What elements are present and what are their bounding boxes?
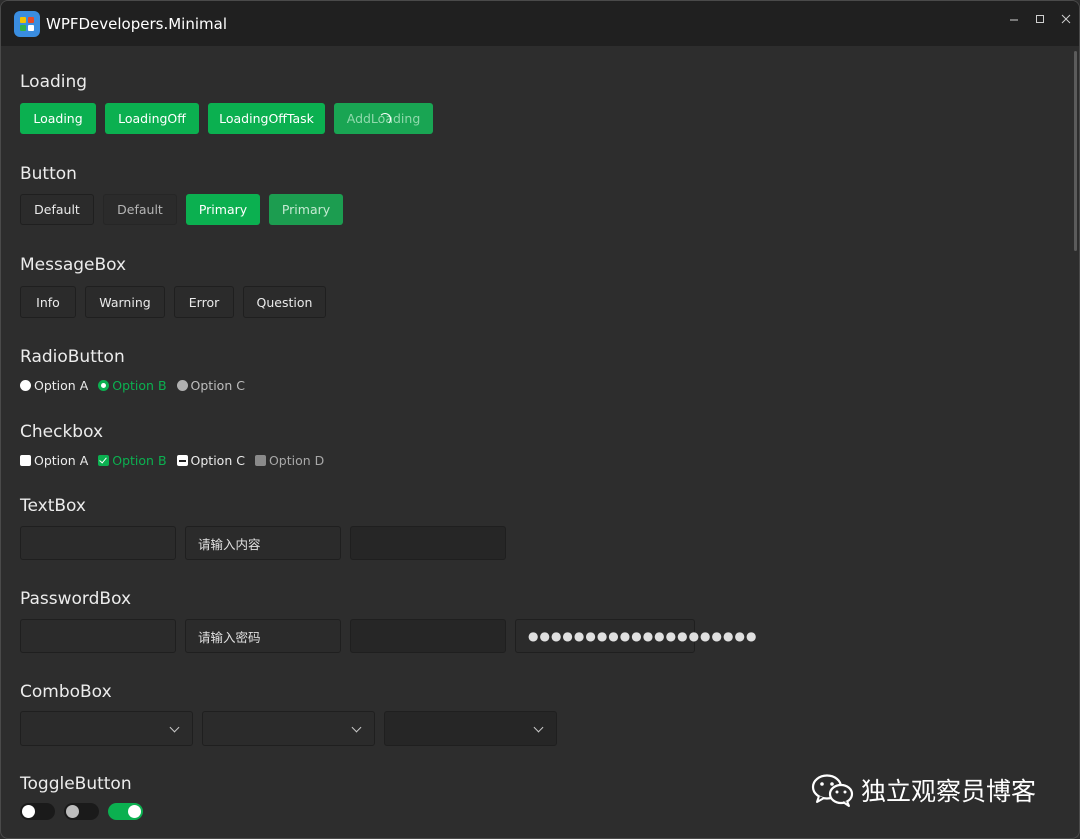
checkbox-checked-icon [98,455,110,466]
watermark-text: 独立观察员博客 [861,777,1037,806]
loading-off-task-button[interactable]: LoadingOffTask [208,103,325,134]
window-title: WPFDevelopers.Minimal [46,14,227,33]
default-button-disabled[interactable]: Default [103,194,177,225]
section-title-messagebox: MessageBox [20,255,127,275]
passwordbox-row: 请输入密码 ●●●●●●●●●●●●●●●●●●●● [20,619,756,653]
checkbox-option-a-label: Option A [34,453,89,468]
radio-option-a[interactable]: Option A [20,378,88,393]
textbox-2[interactable]: 请输入内容 [185,526,341,560]
loading-off-button[interactable]: LoadingOff [105,103,199,134]
toggle-off[interactable] [20,803,55,820]
maximize-icon[interactable] [1027,1,1053,37]
window-controls [1001,1,1079,37]
minimize-icon[interactable] [1001,1,1027,37]
toggle-knob [128,805,141,818]
spinner-icon [378,112,391,125]
wechat-icon [811,774,854,807]
checkbox-option-b-label: Option B [112,453,167,468]
radio-option-c[interactable]: Option C [176,378,245,393]
primary-button-disabled[interactable]: Primary [269,194,343,225]
passwordbox-1[interactable] [20,619,176,653]
section-title-checkbox: Checkbox [20,422,104,442]
section-title-textbox: TextBox [20,496,86,516]
checkbox-option-d-label: Option D [268,453,325,468]
radio-checked-icon [98,380,110,391]
combobox-2[interactable] [202,711,375,746]
info-button[interactable]: Info [20,286,76,318]
error-button[interactable]: Error [174,286,234,318]
loading-button-row: Loading LoadingOff LoadingOffTask AddLoa… [20,103,442,134]
section-title-loading: Loading [20,72,88,92]
messagebox-button-row: Info Warning Error Question [20,286,335,318]
radio-unchecked-icon [20,380,31,391]
radio-option-a-label: Option A [34,378,89,393]
toggle-indeterminate[interactable] [64,803,99,820]
toggle-row [20,803,152,820]
combobox-1[interactable] [20,711,193,746]
textbox-row: 请输入内容 [20,526,515,560]
radio-disabled-icon [176,380,188,391]
section-title-combobox: ComboBox [20,682,112,702]
primary-button[interactable]: Primary [186,194,260,225]
watermark: 独立观察员博客 [811,772,1036,808]
checkbox-group: Option A Option B Option C Option D [20,453,334,468]
app-window: WPFDevelopers.Minimal Loading Loading Lo… [0,0,1080,839]
toggle-knob [66,805,79,818]
section-title-togglebutton: ToggleButton [20,774,132,794]
vertical-scrollbar[interactable] [1074,51,1077,251]
loading-button[interactable]: Loading [20,103,96,134]
button-row: Default Default Primary Primary [20,194,352,225]
passwordbox-2[interactable]: 请输入密码 [185,619,341,653]
section-title-button: Button [20,164,77,184]
checkbox-option-b[interactable]: Option B [98,453,167,468]
toggle-on[interactable] [108,803,143,820]
checkbox-option-d[interactable]: Option D [254,453,325,468]
warning-button[interactable]: Warning [85,286,165,318]
combobox-3[interactable] [384,711,557,746]
checkbox-option-c[interactable]: Option C [176,453,245,468]
question-button[interactable]: Question [243,286,326,318]
checkbox-option-a[interactable]: Option A [20,453,88,468]
radio-group: Option A Option B Option C [20,378,255,393]
section-title-passwordbox: PasswordBox [20,589,132,609]
chevron-down-icon [351,722,362,733]
chevron-down-icon [169,722,180,733]
passwordbox-4[interactable]: ●●●●●●●●●●●●●●●●●●●● [515,619,756,653]
section-title-radiobutton: RadioButton [20,347,125,367]
app-icon [14,10,40,37]
checkbox-option-c-label: Option C [190,453,245,468]
default-button[interactable]: Default [20,194,94,225]
chevron-down-icon [533,722,544,733]
checkbox-indeterminate-icon [176,455,188,466]
close-icon[interactable] [1053,1,1079,37]
textbox-3[interactable] [350,526,506,560]
passwordbox-3[interactable] [350,619,506,653]
checkbox-unchecked-icon [20,455,31,466]
radio-option-c-label: Option C [190,378,245,393]
textbox-1[interactable] [20,526,176,560]
radio-option-b-label: Option B [112,378,167,393]
title-bar: WPFDevelopers.Minimal [1,1,1079,46]
add-loading-button[interactable]: AddLoading [334,103,433,134]
radio-option-b[interactable]: Option B [98,378,167,393]
combobox-row [20,711,566,746]
checkbox-disabled-icon [254,455,266,466]
toggle-knob [22,805,35,818]
